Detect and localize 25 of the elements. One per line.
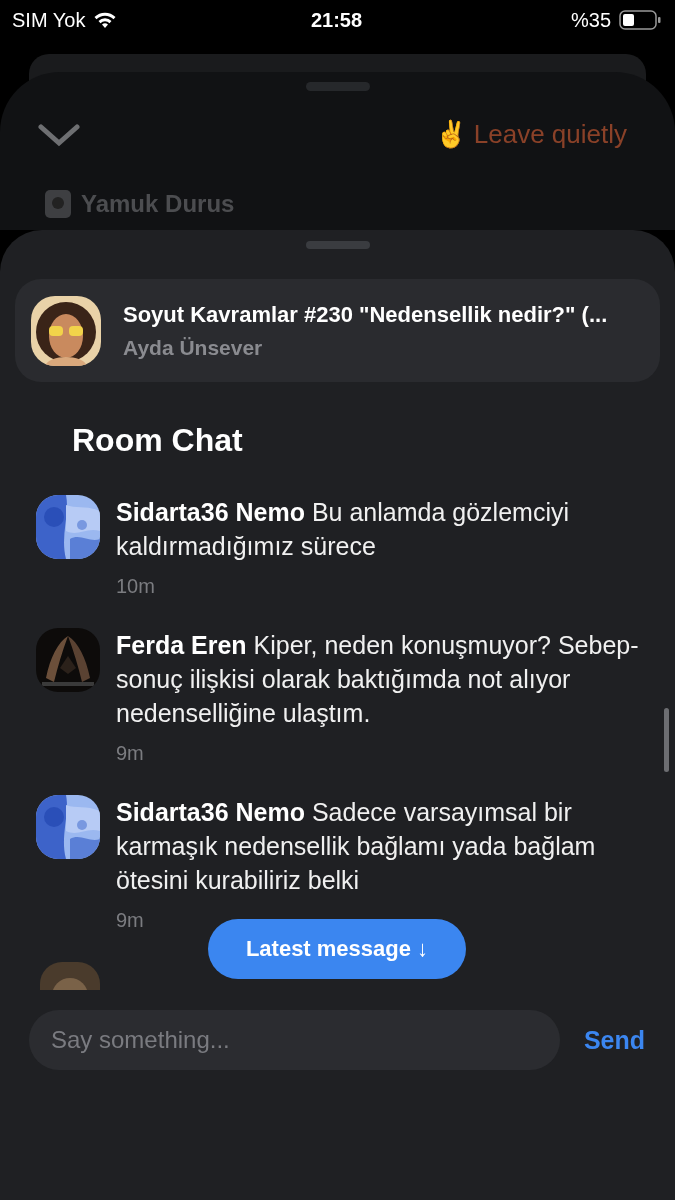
club-name[interactable]: Yamuk Durus xyxy=(81,190,235,218)
send-button[interactable]: Send xyxy=(583,1025,645,1055)
scrollbar[interactable] xyxy=(664,708,669,772)
battery-percent: %35 xyxy=(570,8,611,32)
sheet-handle[interactable] xyxy=(305,82,370,91)
club-icon xyxy=(45,190,71,218)
chat-title: Room Chat xyxy=(72,422,244,459)
latest-message-button[interactable]: Latest message ↓ xyxy=(208,919,466,979)
room-card[interactable]: Soyut Kavramlar #230 "Nedensellik nedir?" (... Ayda Ünsever xyxy=(15,279,660,382)
message-time: 9m xyxy=(116,909,145,932)
carrier-label: SIM Yok xyxy=(12,8,86,32)
room-title: Soyut Kavramlar #230 "Nedensellik nedir?" (... xyxy=(123,301,608,328)
clock-time: 21:58 xyxy=(310,8,363,32)
battery-icon xyxy=(619,10,661,30)
sheet-handle[interactable] xyxy=(305,241,370,249)
message-input[interactable]: Say something... xyxy=(29,1010,560,1070)
chevron-down-icon[interactable] xyxy=(38,122,80,147)
message-time: 9m xyxy=(116,742,145,765)
leave-quietly-button[interactable]: ✌ Leave quietly xyxy=(434,119,627,150)
message-text: Sidarta36 Nemo Sadece varsayımsal bir karmaşık nedensellik bağlamı yada bağlam ötesini kurabiliriz belki xyxy=(116,797,597,896)
host-name: Ayda Ünsever xyxy=(123,335,264,360)
message-text: Ferda Eren Kiper, neden konuşmuyor? Sebep-sonuç ilişkisi olarak baktığımda not alıyor nedenselliğine ulaştım. xyxy=(116,630,640,729)
wifi-icon xyxy=(93,11,118,29)
message-text: Sidarta36 Nemo Bu anlamda gözlemciyi kaldırmadığımız sürece xyxy=(116,497,570,562)
message-time: 10m xyxy=(116,575,156,598)
